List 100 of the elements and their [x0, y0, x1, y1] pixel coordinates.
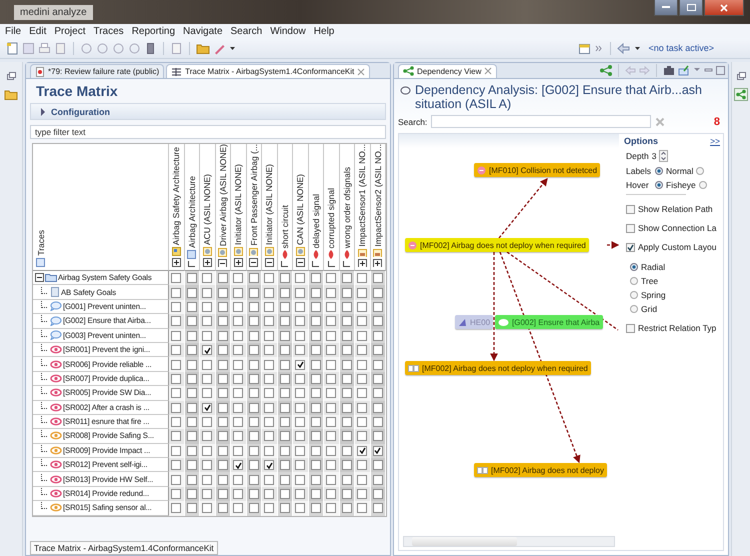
checkbox[interactable] — [357, 460, 368, 470]
checkbox[interactable] — [202, 302, 212, 312]
checkbox[interactable] — [248, 388, 259, 398]
checkbox[interactable] — [186, 360, 197, 370]
checkbox[interactable] — [248, 489, 259, 500]
checkbox[interactable] — [186, 489, 197, 500]
checkbox[interactable] — [295, 431, 306, 442]
checkbox[interactable] — [248, 345, 259, 356]
checkbox[interactable] — [233, 431, 244, 442]
checkbox[interactable] — [295, 474, 306, 485]
checkbox[interactable] — [280, 330, 290, 341]
checkbox[interactable] — [626, 324, 635, 332]
checkbox[interactable] — [342, 489, 352, 500]
checkbox[interactable] — [372, 417, 383, 428]
checkbox[interactable] — [248, 273, 259, 284]
task-link[interactable]: <no task active> — [648, 43, 714, 53]
checkbox[interactable] — [264, 489, 274, 500]
collapse-icon[interactable] — [218, 258, 228, 267]
checkbox[interactable] — [171, 489, 182, 500]
checkbox[interactable] — [342, 460, 352, 470]
checkbox[interactable] — [264, 388, 274, 398]
checkbox[interactable] — [310, 330, 321, 341]
checkbox[interactable] — [218, 374, 228, 384]
circle-icon[interactable] — [96, 42, 109, 54]
checkbox[interactable] — [372, 503, 383, 514]
checkbox[interactable] — [372, 302, 383, 312]
folder-icon[interactable] — [196, 42, 210, 54]
checkbox[interactable] — [295, 288, 306, 298]
checkbox[interactable] — [295, 417, 306, 428]
graph-node[interactable]: [MF002] Airbag does not deploy when required — [405, 238, 589, 252]
checkbox[interactable] — [233, 503, 244, 514]
menu-item[interactable]: Window — [270, 26, 306, 36]
checkbox[interactable] — [171, 402, 182, 413]
circle-icon[interactable] — [128, 42, 141, 54]
checkbox[interactable] — [218, 474, 228, 485]
graph-node[interactable]: [MF010] Collision not detetced — [474, 163, 600, 177]
checkbox[interactable] — [280, 489, 290, 500]
checkbox[interactable] — [342, 302, 352, 312]
checkbox[interactable] — [626, 204, 635, 214]
checkbox[interactable] — [357, 402, 368, 413]
menu-item[interactable]: Edit — [29, 26, 46, 36]
checkbox[interactable] — [171, 288, 182, 298]
checkbox[interactable] — [310, 431, 321, 442]
checkbox[interactable] — [218, 360, 228, 370]
graph-node[interactable]: [MF002] Airbag does not deploy — [474, 463, 607, 477]
checkbox[interactable] — [372, 374, 383, 384]
checkbox[interactable] — [310, 489, 321, 500]
view-tab[interactable]: Dependency View — [398, 64, 498, 78]
checkbox[interactable] — [295, 345, 306, 356]
checkbox[interactable] — [280, 460, 290, 470]
maximize-button[interactable] — [679, 0, 703, 16]
checkbox[interactable] — [295, 402, 306, 413]
checkbox[interactable] — [280, 316, 290, 326]
checkbox[interactable] — [248, 446, 259, 456]
checkbox[interactable] — [264, 360, 274, 370]
checkbox[interactable] — [295, 446, 306, 456]
checkbox[interactable] — [310, 402, 321, 413]
checkbox[interactable] — [264, 374, 274, 384]
document-icon[interactable] — [6, 42, 19, 54]
checkbox[interactable] — [326, 417, 336, 428]
checkbox[interactable] — [357, 288, 368, 298]
checkbox[interactable] — [248, 431, 259, 442]
menu-item[interactable]: Search — [230, 26, 262, 36]
checkbox[interactable] — [264, 474, 274, 485]
checkbox[interactable] — [186, 402, 197, 413]
checkbox[interactable] — [326, 446, 336, 456]
checkbox[interactable] — [186, 273, 197, 284]
menu-item[interactable]: Reporting — [132, 26, 176, 36]
checkbox[interactable] — [280, 417, 290, 428]
checkbox[interactable] — [295, 330, 306, 341]
checkbox[interactable] — [326, 489, 336, 500]
checkbox[interactable] — [264, 288, 274, 298]
checkbox[interactable] — [326, 374, 336, 384]
collapse-icon[interactable] — [35, 273, 44, 282]
checkbox[interactable] — [280, 360, 290, 370]
editor-tab[interactable]: Trace Matrix - AirbagSystem1.4ConformanceKit — [166, 64, 370, 78]
checkbox[interactable] — [233, 460, 244, 470]
checkbox[interactable] — [186, 503, 197, 514]
checkbox[interactable] — [264, 302, 274, 312]
checkbox[interactable] — [326, 273, 336, 284]
checkbox[interactable] — [202, 388, 212, 398]
checkbox[interactable] — [326, 302, 336, 312]
checkbox[interactable] — [248, 288, 259, 298]
checkbox[interactable] — [342, 330, 352, 341]
checkbox[interactable] — [248, 503, 259, 514]
checkbox[interactable] — [326, 431, 336, 442]
checkbox[interactable] — [202, 446, 212, 456]
more-link[interactable]: >> — [710, 136, 720, 146]
checkbox[interactable] — [326, 402, 336, 413]
checkbox[interactable] — [357, 302, 368, 312]
checkbox[interactable] — [218, 302, 228, 312]
checkbox[interactable] — [233, 474, 244, 485]
checkbox[interactable] — [202, 316, 212, 326]
checkbox[interactable] — [171, 417, 182, 428]
restore-icon[interactable] — [6, 72, 16, 80]
checkbox[interactable] — [171, 460, 182, 470]
checkbox[interactable] — [357, 374, 368, 384]
checkbox[interactable] — [248, 316, 259, 326]
checkbox[interactable] — [372, 474, 383, 485]
configuration-section[interactable]: Configuration — [30, 103, 386, 120]
